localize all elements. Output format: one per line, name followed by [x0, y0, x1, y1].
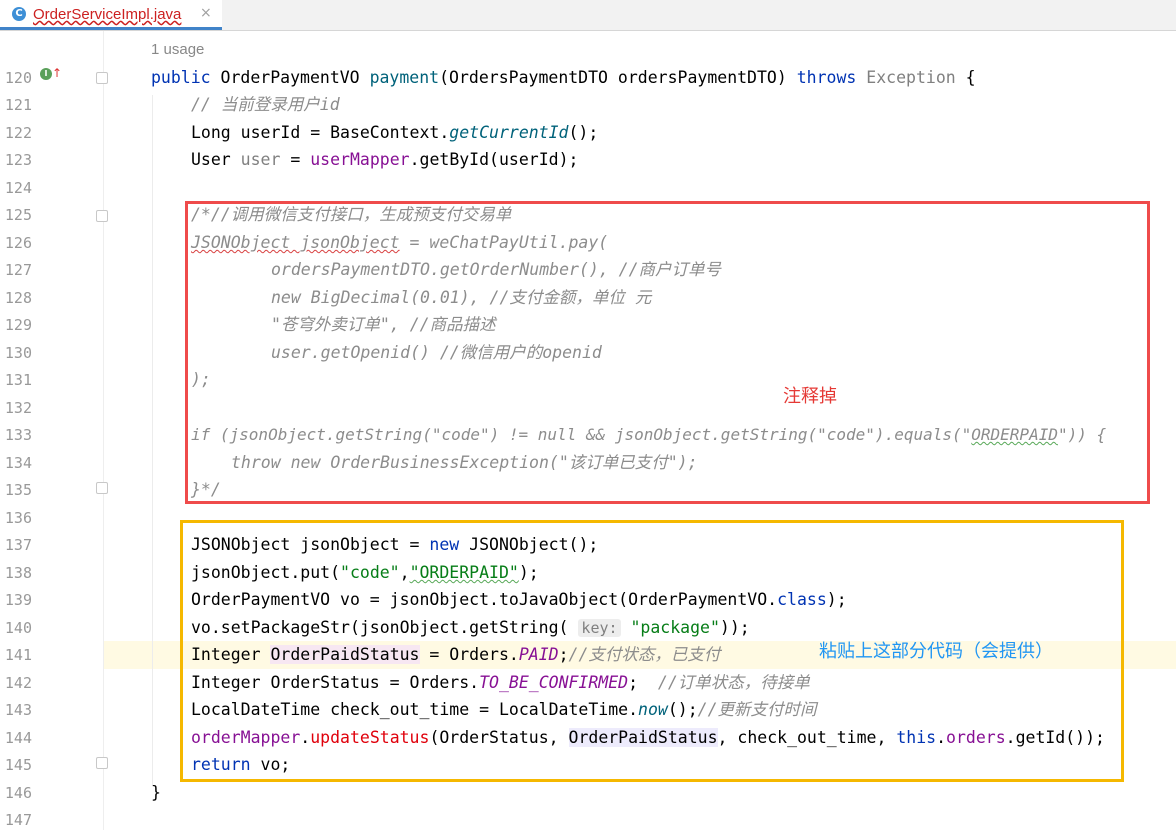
- comment-out-note: 注释掉: [783, 386, 837, 407]
- code-line-122[interactable]: Long userId = BaseContext.getCurrentId()…: [0, 119, 1176, 146]
- commented-code-box: [185, 201, 1150, 504]
- tab-title: OrderServiceImpl.java: [33, 6, 182, 23]
- tab-orderserviceimpl[interactable]: C OrderServiceImpl.java ×: [0, 0, 222, 30]
- code-line-120[interactable]: public OrderPaymentVO payment(OrdersPaym…: [0, 64, 1176, 91]
- line-number: 147: [4, 811, 32, 829]
- usage-hint[interactable]: 1 usage: [151, 41, 204, 58]
- java-class-icon: C: [12, 7, 26, 21]
- code-line-123[interactable]: User user = userMapper.getById(userId);: [0, 146, 1176, 173]
- paste-code-note: 粘贴上这部分代码（会提供）: [819, 641, 1053, 662]
- line-number: 124: [4, 179, 32, 197]
- code-line-121[interactable]: // 当前登录用户id: [0, 91, 1176, 118]
- close-icon[interactable]: ×: [200, 5, 212, 21]
- code-line-146[interactable]: }: [0, 779, 1176, 806]
- line-number: 136: [4, 509, 32, 527]
- line-number: 132: [4, 399, 32, 417]
- editor-tab-bar: C OrderServiceImpl.java ×: [0, 0, 1176, 31]
